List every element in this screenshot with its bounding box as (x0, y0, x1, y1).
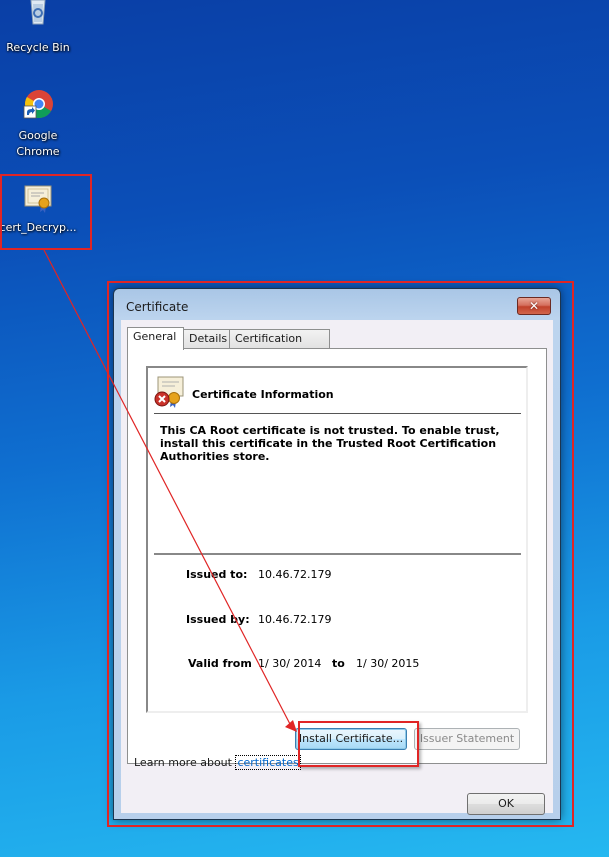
certificate-info-box: Certificate Information This CA Root cer… (146, 366, 528, 713)
recycle-bin-icon (30, 0, 46, 25)
install-certificate-button[interactable]: Install Certificate... (295, 728, 407, 750)
valid-from-value: 1/ 30/ 2014 (258, 657, 322, 670)
close-icon: ✕ (528, 299, 540, 313)
issuer-statement-button[interactable]: Issuer Statement (414, 728, 520, 750)
ok-button[interactable]: OK (467, 793, 545, 815)
learn-more-text: Learn more about certificates (134, 755, 301, 770)
certificates-link[interactable]: certificates (235, 755, 301, 770)
chrome-label-line2: Chrome (16, 145, 60, 158)
valid-to-label: to (332, 657, 345, 670)
dialog-title: Certificate (126, 300, 189, 314)
tab-certification-path[interactable]: Certification Path (229, 329, 330, 363)
issued-to-label: Issued to: (186, 568, 248, 581)
desktop-icon-cert-file[interactable]: cert_Decryp... (0, 182, 78, 236)
divider (154, 413, 521, 414)
desktop-icon-recycle-bin[interactable]: Recycle Bin (0, 0, 76, 56)
desktop-icon-google-chrome[interactable]: Google Chrome (0, 88, 76, 160)
certificate-file-icon (24, 185, 52, 213)
issued-by-value: 10.46.72.179 (258, 613, 332, 626)
tab-general[interactable]: General (127, 327, 184, 350)
certificate-dialog: Certificate ✕ General Details Certificat… (113, 288, 561, 820)
cert-file-label: cert_Decryp... (0, 221, 77, 234)
chrome-label-line1: Google (18, 129, 58, 142)
trust-warning-message: This CA Root certificate is not trusted.… (160, 424, 500, 463)
dialog-client-area: General Details Certification Path Certi… (121, 320, 553, 815)
tab-details[interactable]: Details (183, 329, 230, 349)
general-tab-panel: Certificate Information This CA Root cer… (127, 348, 547, 770)
valid-from-label: Valid from (188, 657, 252, 670)
info-title: Certificate Information (192, 388, 334, 401)
recycle-bin-label: Recycle Bin (6, 41, 70, 54)
issued-by-label: Issued by: (186, 613, 250, 626)
issued-to-value: 10.46.72.179 (258, 568, 332, 581)
valid-to-value: 1/ 30/ 2015 (356, 657, 420, 670)
close-button[interactable]: ✕ (517, 297, 551, 315)
divider (154, 553, 521, 555)
learn-more-prefix: Learn more about (134, 756, 232, 769)
chrome-icon (23, 90, 53, 119)
certificate-untrusted-icon (154, 376, 184, 408)
